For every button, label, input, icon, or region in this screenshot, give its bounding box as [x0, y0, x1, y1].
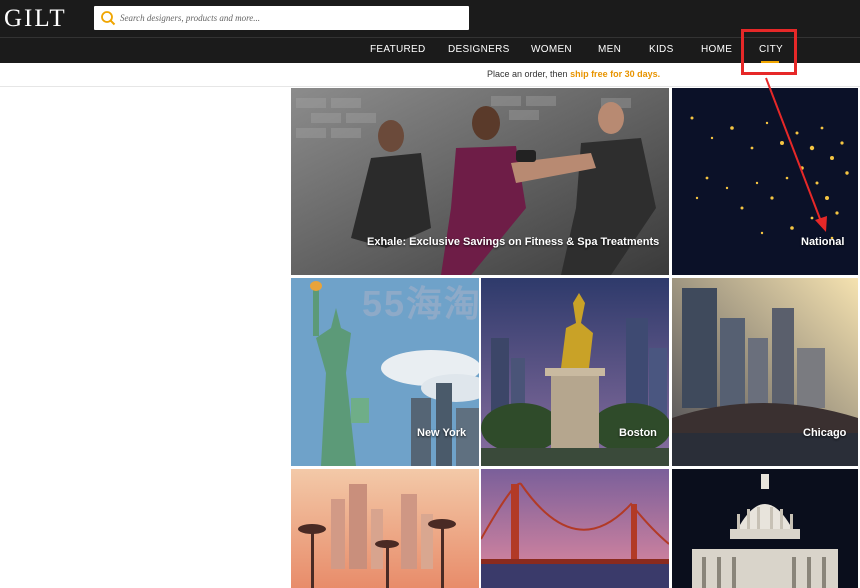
gilt-logo[interactable]: GILT — [4, 5, 67, 33]
tile-label-new-york: New York — [417, 427, 467, 439]
tile-label-boston: Boston — [619, 427, 657, 439]
promo-text: Place an order, then ship free for 30 da… — [487, 69, 660, 79]
nav-item-home[interactable]: HOME — [701, 44, 732, 55]
los-angeles-palms-image — [291, 469, 479, 588]
annotation-highlight-box — [741, 29, 797, 75]
tile-exhale[interactable]: Exhale: Exclusive Savings on Fitness & S… — [291, 88, 669, 275]
capitol-building-image — [672, 469, 858, 588]
top-header: GILT — [0, 0, 860, 37]
nav-item-featured[interactable]: FEATURED — [370, 44, 426, 55]
nav-item-women[interactable]: WOMEN — [531, 44, 572, 55]
tile-chicago[interactable]: Chicago — [672, 278, 858, 466]
tile-san-francisco[interactable] — [481, 469, 669, 588]
tile-label-exhale: Exhale: Exclusive Savings on Fitness & S… — [367, 236, 660, 248]
search-icon[interactable] — [100, 10, 116, 26]
promo-bar: Place an order, then ship free for 30 da… — [0, 63, 860, 87]
search-box[interactable] — [94, 6, 469, 30]
tile-washington-dc[interactable] — [672, 469, 858, 588]
nav-item-kids[interactable]: KIDS — [649, 44, 674, 55]
tile-label-national: National — [801, 236, 845, 248]
tile-label-chicago: Chicago — [803, 427, 847, 439]
nav-item-designers[interactable]: DESIGNERS — [448, 44, 510, 55]
watermark: 55海淘 — [362, 283, 483, 324]
tile-los-angeles[interactable] — [291, 469, 479, 588]
free-shipping-link[interactable]: ship free for 30 days. — [570, 69, 660, 79]
tile-national[interactable]: National — [672, 88, 858, 275]
golden-gate-bridge-image — [481, 469, 669, 588]
tile-boston[interactable]: Boston — [481, 278, 669, 466]
nav-item-men[interactable]: MEN — [598, 44, 621, 55]
promo-prefix: Place an order, then — [487, 69, 571, 79]
main-nav: FEATURED DESIGNERS WOMEN MEN KIDS HOME C… — [0, 37, 860, 63]
search-input[interactable] — [120, 6, 465, 30]
